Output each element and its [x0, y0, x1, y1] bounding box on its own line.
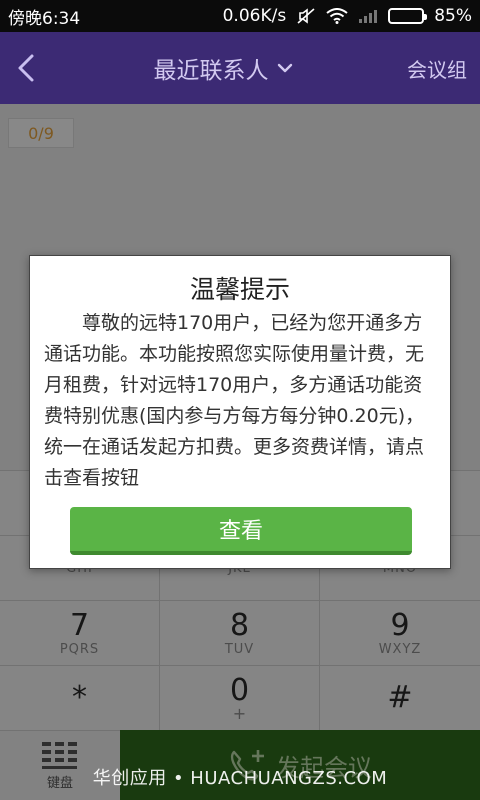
- battery-icon: [388, 8, 428, 24]
- status-bar: 傍晚6:34 0.06K/s 85%: [0, 0, 480, 32]
- chevron-down-icon: [277, 63, 292, 73]
- signal-icon: [358, 8, 378, 24]
- chevron-left-icon: [18, 54, 34, 82]
- contacts-filter-dropdown[interactable]: 最近联系人: [52, 51, 394, 85]
- back-button[interactable]: [0, 32, 52, 104]
- status-time: 傍晚6:34: [8, 8, 81, 29]
- mute-icon: [296, 7, 316, 25]
- meeting-group-button[interactable]: 会议组: [394, 54, 480, 83]
- page-title: 最近联系人: [153, 58, 269, 84]
- app-bar: 最近联系人 会议组: [0, 32, 480, 104]
- dialog-title: 温馨提示: [189, 275, 290, 304]
- network-speed: 0.06K/s: [222, 6, 287, 26]
- wifi-icon: [326, 8, 348, 24]
- view-details-button[interactable]: 查看: [70, 507, 412, 555]
- dialog-message: 尊敬的远特170用户，已经为您开通多方通话功能。本功能按照您实际使用量计费，无月…: [44, 312, 425, 489]
- notice-dialog: 温馨提示 尊敬的远特170用户，已经为您开通多方通话功能。本功能按照您实际使用量…: [29, 255, 451, 569]
- watermark-text: 华创应用 • HUACHUANGZS.COM: [92, 768, 388, 789]
- battery-percent: 85%: [434, 6, 472, 26]
